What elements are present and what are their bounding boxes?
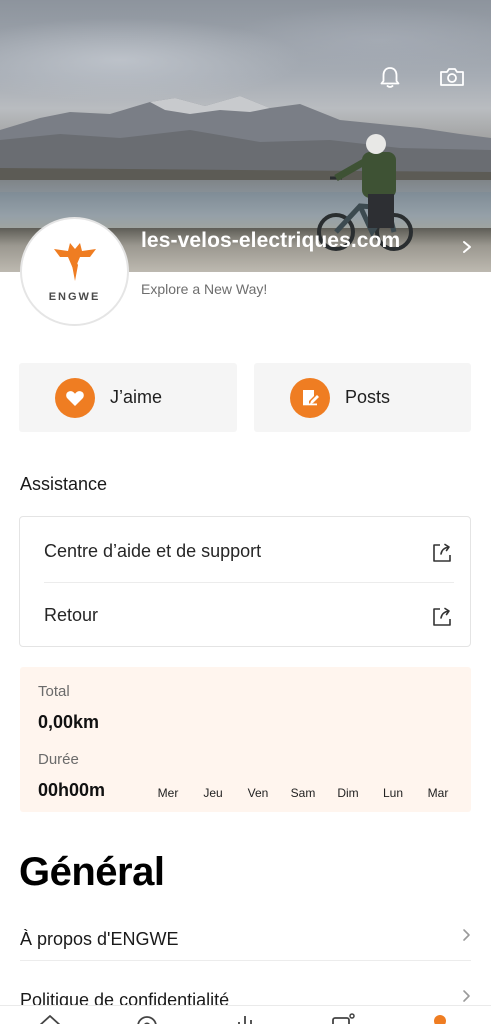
profile-name[interactable]: les-velos-electriques.com (141, 229, 400, 253)
home-icon (39, 1015, 61, 1024)
weekday-axis: Mer Jeu Ven Sam Dim Lun Mar (148, 786, 458, 800)
heart-icon (66, 390, 84, 406)
edit-post-icon (303, 389, 319, 405)
posts-icon-badge (290, 377, 330, 418)
profile-icon (434, 1015, 446, 1024)
tab-profile[interactable] (426, 1012, 454, 1024)
stats-icon (238, 1016, 252, 1024)
help-support-item[interactable]: Centre d’aide et de support (20, 519, 470, 583)
assistance-list: Centre d’aide et de support Retour (19, 516, 471, 647)
camera-icon (440, 68, 464, 86)
divider (20, 960, 471, 961)
tab-home[interactable] (36, 1012, 64, 1024)
chevron-right-icon (463, 990, 470, 1002)
external-link-icon (433, 607, 451, 626)
assistance-title: Assistance (20, 474, 108, 494)
device-icon (332, 1013, 355, 1024)
change-cover-button[interactable] (437, 62, 467, 92)
general-title: Général (19, 850, 165, 894)
cover-mountains (0, 96, 491, 180)
help-support-label: Centre d’aide et de support (44, 540, 262, 561)
weekday-label: Lun (382, 786, 404, 800)
ride-icon (137, 1016, 157, 1024)
about-engwe-item[interactable]: À propos d'ENGWE (20, 911, 471, 967)
tab-stats[interactable] (231, 1012, 259, 1024)
chevron-right-icon (463, 929, 470, 941)
profile-tagline: Explore a New Way! (141, 281, 268, 297)
feedback-label: Retour (44, 604, 99, 625)
bell-icon (380, 67, 400, 88)
duration-value: 00h00m (38, 780, 106, 800)
about-engwe-label: À propos d'ENGWE (20, 928, 179, 949)
weekday-label: Mar (427, 786, 449, 800)
posts-button[interactable]: Posts (254, 363, 471, 432)
external-link-icon (433, 543, 451, 562)
heart-icon-badge (55, 377, 95, 418)
posts-label: Posts (345, 387, 391, 407)
weekday-label: Mer (157, 786, 179, 800)
tab-ride[interactable] (133, 1012, 161, 1024)
duration-label: Durée (38, 751, 79, 768)
total-label: Total (38, 683, 70, 700)
engwe-logo (53, 242, 96, 281)
likes-label: J’aime (110, 387, 163, 407)
chevron-right-icon[interactable] (460, 238, 474, 256)
likes-button[interactable]: J’aime (19, 363, 237, 432)
avatar[interactable]: ENGWE (20, 217, 129, 326)
ride-stats-card[interactable]: Total 0,00km Durée 00h00m Mer Jeu Ven Sa… (20, 667, 471, 812)
notifications-button[interactable] (375, 62, 405, 92)
weekday-label: Ven (247, 786, 269, 800)
feedback-item[interactable]: Retour (20, 583, 470, 647)
weekday-label: Jeu (203, 786, 223, 800)
weekday-label: Sam (290, 786, 316, 800)
weekday-label: Dim (337, 786, 359, 800)
total-distance-value: 0,00km (38, 712, 100, 732)
bottom-tab-bar (0, 1005, 491, 1024)
avatar-brand-text: ENGWE (48, 290, 101, 303)
tab-device[interactable] (328, 1012, 356, 1024)
